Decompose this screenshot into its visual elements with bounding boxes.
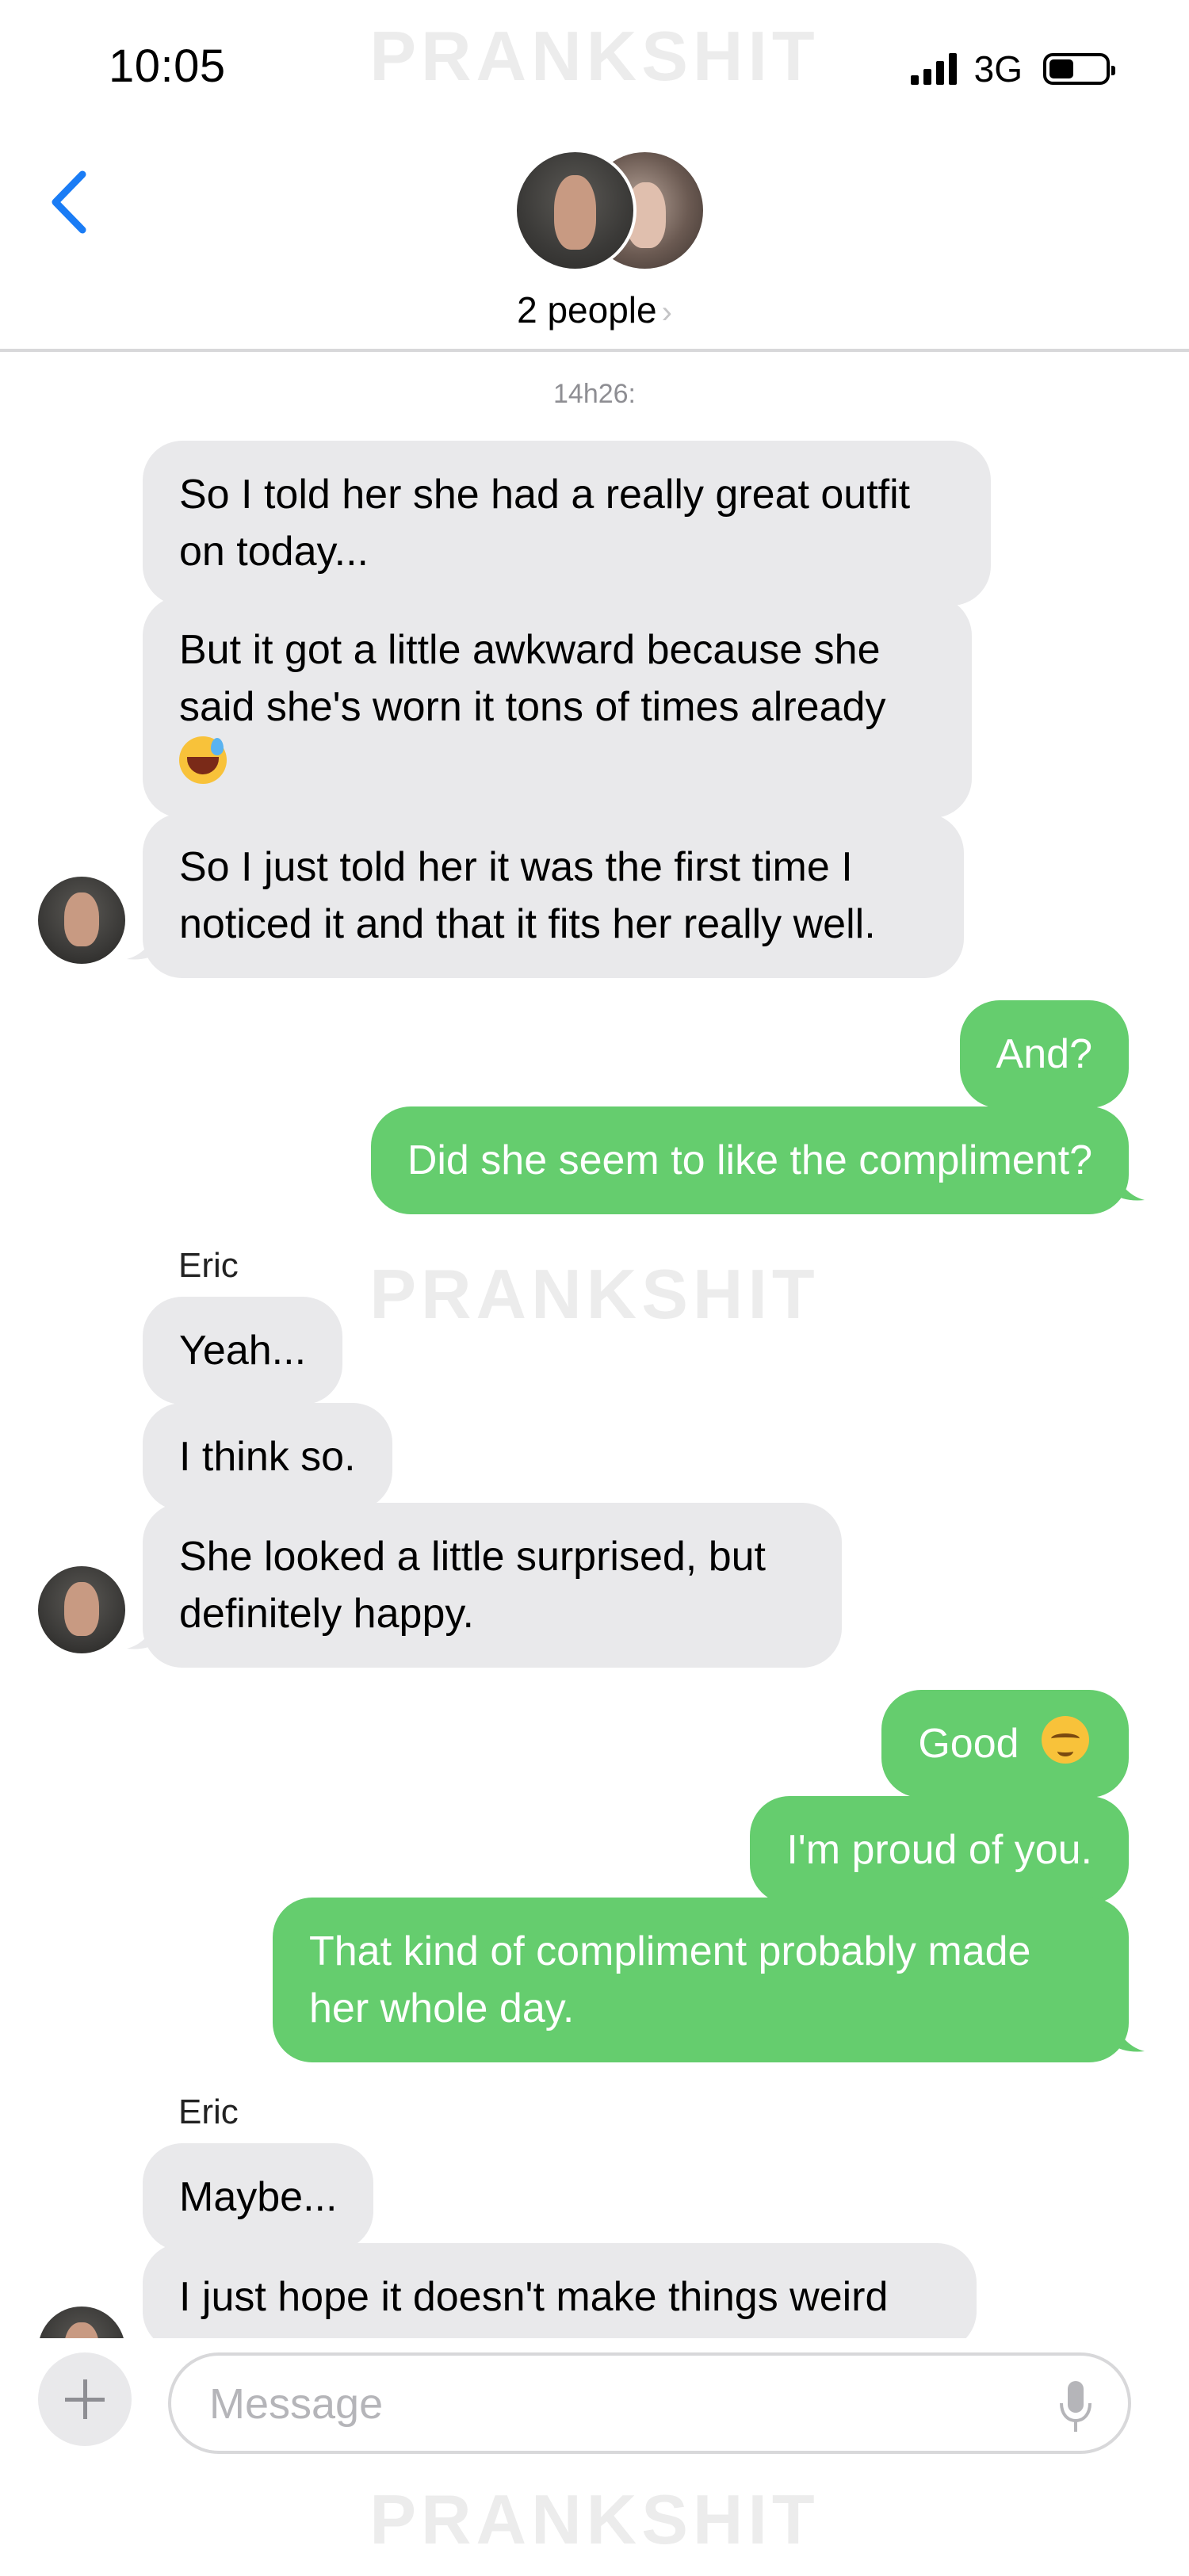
message-list[interactable]: 14h26: So I told her she had a really gr… [0,0,1189,2338]
message-text: That kind of compliment probably made he… [309,1928,1031,2031]
message-bubble-incoming[interactable]: I think so. [143,1403,392,1511]
message-text: I'm proud of you. [786,1827,1092,1873]
message-input[interactable] [209,2376,1002,2432]
grinning-sweat-emoji-icon [179,736,227,784]
avatar[interactable] [38,2307,125,2338]
message-text: I just hope it doesn't make things weird [179,2274,889,2320]
plus-icon[interactable] [38,2352,132,2446]
message-text: And? [996,1031,1092,1077]
microphone-icon[interactable] [1058,2379,1093,2435]
avatar[interactable] [38,1566,125,1653]
message-bubble-outgoing[interactable]: And? [959,1000,1129,1108]
message-text: She looked a little surprised, but defin… [179,1534,766,1637]
sender-name: Eric [178,2093,239,2131]
message-bubble-outgoing[interactable]: That kind of compliment probably made he… [273,1898,1129,2062]
message-text: Maybe... [179,2174,338,2220]
message-text: Did she seem to like the compliment? [407,1137,1092,1183]
message-bubble-outgoing[interactable]: Did she seem to like the compliment? [370,1106,1129,1214]
message-text: So I just told her it was the first time… [179,844,876,947]
message-text: I think so. [179,1434,356,1480]
sender-name: Eric [178,1246,239,1285]
bubble-tail [127,929,159,960]
bubble-tail [1113,2021,1145,2052]
message-timestamp: 14h26: [553,379,636,409]
message-bubble-outgoing[interactable]: Good [881,1690,1129,1798]
avatar-man [514,149,637,272]
avatar[interactable] [38,877,125,964]
bubble-tail [1113,1170,1145,1201]
message-text: But it got a little awkward because she … [179,627,886,730]
message-bubble-outgoing[interactable]: I'm proud of you. [750,1796,1129,1904]
message-bubble-incoming[interactable]: But it got a little awkward because she … [143,596,972,818]
group-avatar[interactable] [514,149,706,276]
message-bubble-incoming[interactable]: Maybe... [143,2143,374,2251]
message-bubble-incoming[interactable]: Yeah... [143,1297,343,1405]
message-text: Good [918,1721,1019,1767]
message-text: So I told her she had a really great out… [179,472,911,575]
message-bubble-incoming[interactable]: She looked a little surprised, but defin… [143,1503,842,1668]
message-bubble-incoming[interactable]: So I just told her it was the first time… [143,813,964,978]
message-text: Yeah... [179,1328,307,1374]
relieved-face-emoji-icon [1042,1716,1089,1764]
message-bubble-incoming[interactable]: So I told her she had a really great out… [143,441,991,606]
message-input-field[interactable] [168,2352,1131,2454]
bubble-tail [127,1619,159,1649]
message-bubble-incoming[interactable]: I just hope it doesn't make things weird [143,2243,977,2338]
